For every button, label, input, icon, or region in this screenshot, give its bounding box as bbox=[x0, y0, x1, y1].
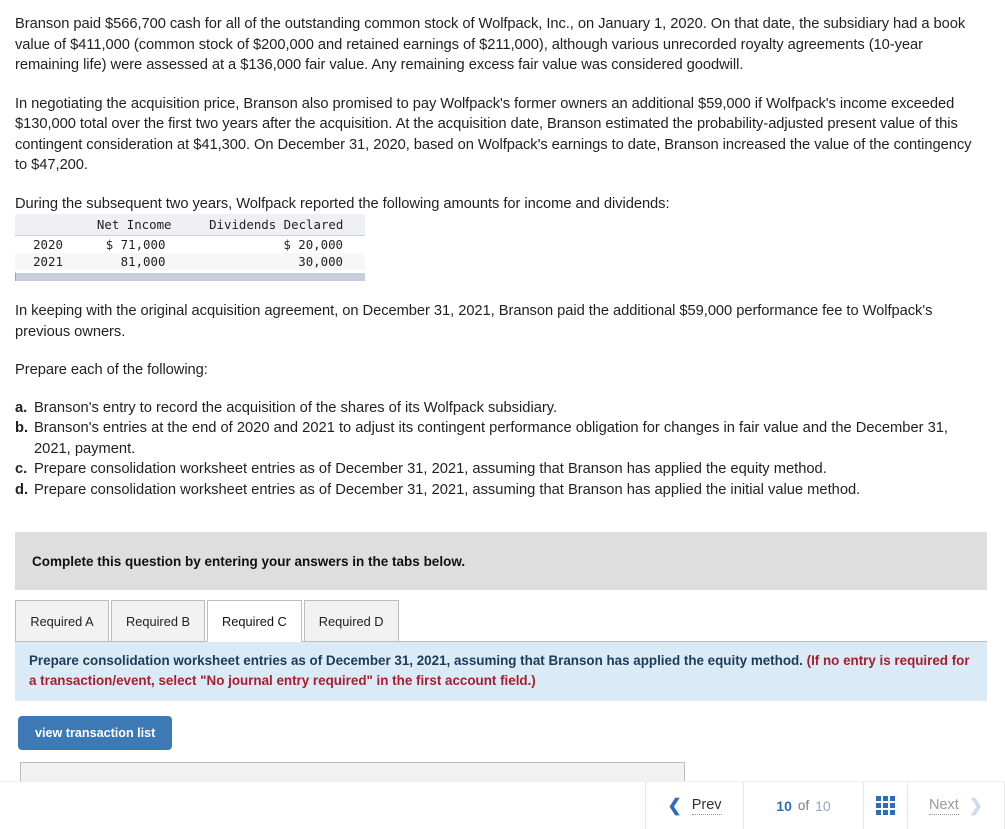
cell-net-income-2020: $ 71,000 bbox=[81, 235, 188, 253]
requirement-c: c. Prepare consolidation worksheet entrie… bbox=[15, 459, 987, 480]
next-button-label: Next bbox=[928, 796, 959, 815]
table-body: 2020 $ 71,000 $ 20,000 2021 81,000 30,00… bbox=[15, 235, 365, 270]
tab-label-required-b: Required B bbox=[126, 613, 191, 629]
chevron-left-icon: ❮ bbox=[667, 796, 682, 815]
page-counter: 10 of 10 bbox=[743, 782, 863, 829]
current-page-number: 10 bbox=[776, 797, 792, 814]
problem-statement-continued: In keeping with the original acquisition… bbox=[0, 281, 1005, 381]
column-header-blank bbox=[15, 214, 81, 236]
cell-dividends-2021: 30,000 bbox=[187, 253, 365, 270]
view-transaction-list-button[interactable]: view transaction list bbox=[18, 716, 173, 750]
requirement-marker-d: d. bbox=[15, 481, 29, 498]
requirement-text-b: Branson's entries at the end of 2020 and… bbox=[34, 420, 949, 457]
total-page-number: 10 bbox=[815, 797, 831, 814]
requirement-tabs: Required A Required B Required C Require… bbox=[15, 600, 987, 642]
requirement-a: a. Branson's entry to record the acquisit… bbox=[15, 398, 987, 419]
tab-label-required-c: Required C bbox=[222, 613, 287, 629]
prev-button[interactable]: ❮ Prev bbox=[645, 782, 743, 829]
table-row: 2021 81,000 30,000 bbox=[15, 253, 365, 270]
tab-required-a[interactable]: Required A bbox=[15, 600, 109, 642]
cell-dividends-2020: $ 20,000 bbox=[187, 235, 365, 253]
complete-question-banner-text: Complete this question by entering your … bbox=[32, 553, 466, 569]
requirement-text-a: Branson's entry to record the acquisitio… bbox=[34, 399, 558, 416]
problem-paragraph-3: During the subsequent two years, Wolfpac… bbox=[15, 195, 670, 212]
question-grid-button[interactable] bbox=[863, 782, 907, 829]
table-horizontal-scrollbar[interactable] bbox=[15, 272, 365, 281]
cell-year-2020: 2020 bbox=[15, 235, 81, 253]
tab-label-required-a: Required A bbox=[30, 613, 94, 629]
problem-paragraph-1: Branson paid $566,700 cash for all of th… bbox=[15, 16, 966, 73]
prev-button-label: Prev bbox=[691, 796, 722, 815]
tab-instruction-panel: Prepare consolidation worksheet entries … bbox=[15, 642, 987, 701]
question-page: Branson paid $566,700 cash for all of th… bbox=[0, 0, 1005, 829]
table-row: 2020 $ 71,000 $ 20,000 bbox=[15, 235, 365, 253]
problem-paragraph-5: Prepare each of the following: bbox=[15, 362, 208, 378]
pagination-footer: ❮ Prev 10 of 10 Next ❯ bbox=[0, 781, 1005, 829]
grid-view-icon bbox=[876, 796, 895, 815]
action-button-row: view transaction list bbox=[18, 716, 1005, 750]
tab-label-required-d: Required D bbox=[318, 613, 384, 629]
tab-required-d[interactable]: Required D bbox=[303, 600, 399, 642]
tab-instruction-main: Prepare consolidation worksheet entries … bbox=[29, 653, 807, 668]
page-counter-of-label: of bbox=[797, 798, 810, 813]
problem-statement: Branson paid $566,700 cash for all of th… bbox=[0, 0, 1005, 214]
cell-net-income-2021: 81,000 bbox=[81, 253, 188, 270]
requirement-text-c: Prepare consolidation worksheet entries … bbox=[34, 461, 827, 477]
income-dividends-table: Net Income Dividends Declared 2020 $ 71,… bbox=[15, 214, 365, 270]
column-header-dividends-declared: Dividends Declared bbox=[187, 214, 365, 236]
requirement-d: d. Prepare consolidation worksheet entrie… bbox=[15, 480, 987, 501]
income-dividends-table-wrapper: Net Income Dividends Declared 2020 $ 71,… bbox=[15, 214, 365, 281]
column-header-net-income: Net Income bbox=[81, 214, 188, 236]
table-head: Net Income Dividends Declared bbox=[15, 214, 365, 236]
requirement-marker-a: a. bbox=[15, 399, 28, 416]
cell-year-2021: 2021 bbox=[15, 253, 81, 270]
requirement-b: b. Branson's entries at the end of 2020 a… bbox=[15, 418, 987, 459]
requirement-marker-c: c. bbox=[15, 461, 28, 477]
chevron-right-icon: ❯ bbox=[968, 796, 984, 815]
next-button[interactable]: Next ❯ bbox=[907, 782, 1005, 829]
tab-required-b[interactable]: Required B bbox=[111, 600, 206, 642]
requirements-list: a. Branson's entry to record the acquisit… bbox=[0, 398, 1005, 501]
requirement-marker-b: b. bbox=[15, 420, 29, 436]
table-header-row: Net Income Dividends Declared bbox=[15, 214, 365, 236]
requirement-text-d: Prepare consolidation worksheet entries … bbox=[34, 481, 861, 498]
complete-question-banner: Complete this question by entering your … bbox=[15, 532, 987, 590]
problem-paragraph-2: In negotiating the acquisition price, Br… bbox=[15, 95, 972, 174]
problem-paragraph-4: In keeping with the original acquisition… bbox=[15, 303, 933, 340]
tab-instruction-text: Prepare consolidation worksheet entries … bbox=[29, 651, 973, 690]
tab-required-c[interactable]: Required C bbox=[207, 600, 302, 642]
